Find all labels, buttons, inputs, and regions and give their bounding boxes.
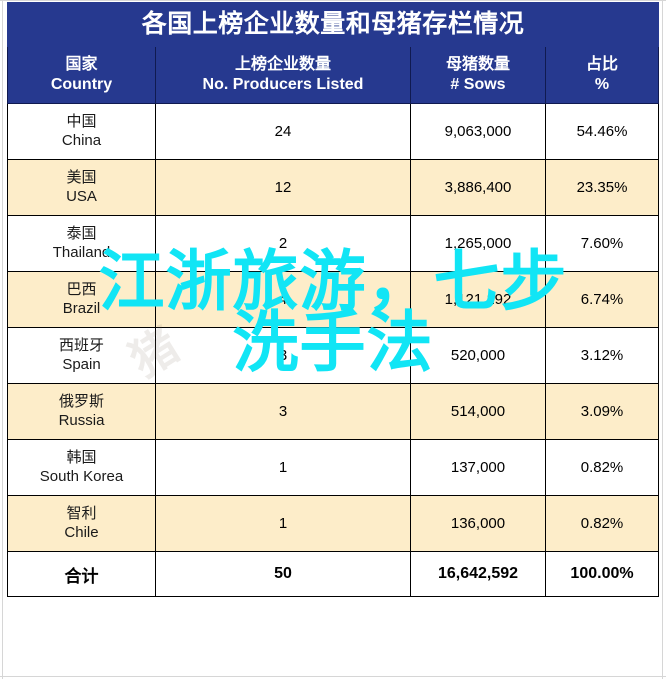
column-header-producers: 上榜企业数量 No. Producers Listed [155,46,411,104]
table-row: 俄罗斯 Russia 3 514,000 3.09% [7,383,660,440]
column-header-share-cn: 占比 [586,55,619,73]
cell-sows: 136,000 [410,495,546,552]
cell-country: 韩国 South Korea [7,439,156,496]
cell-share: 54.46% [544,103,660,160]
page-title: 各国上榜企业数量和母猪存栏情况 [141,10,525,38]
total-share: 100.00% [544,551,660,597]
country-name-cn: 智利 [66,504,97,522]
country-name-en: Russia [58,411,105,429]
pig-producers-table: 各国上榜企业数量和母猪存栏情况 国家 Country 上榜企业数量 No. Pr… [6,2,660,597]
table-row: 美国 USA 12 3,886,400 23.35% [7,159,660,216]
column-header-share: 占比 % [544,46,660,104]
cell-country: 美国 USA [7,159,156,216]
cell-share: 3.09% [544,383,660,440]
country-name-en: South Korea [39,467,124,485]
table-row: 泰国 Thailand 2 1,265,000 7.60% [7,215,660,272]
cell-sows: 514,000 [410,383,546,440]
cell-country: 泰国 Thailand [7,215,156,272]
table-row: 韩国 South Korea 1 137,000 0.82% [7,439,660,496]
cell-share: 6.74% [544,271,660,328]
column-header-producers-cn: 上榜企业数量 [234,55,331,73]
cell-share: 3.12% [544,327,660,384]
cell-sows: 9,063,000 [410,103,546,160]
cell-country: 俄罗斯 Russia [7,383,156,440]
column-header-country-en: Country [50,76,113,93]
table-title-cell: 各国上榜企业数量和母猪存栏情况 [6,2,660,47]
cell-producers: 3 [155,383,411,440]
cell-country: 中国 China [7,103,156,160]
country-name-en: USA [66,187,97,205]
cell-share: 7.60% [544,215,660,272]
country-name-cn: 中国 [66,112,97,130]
cell-sows: 1,121,192 [410,271,546,328]
cell-producers: 3 [155,327,411,384]
cell-producers: 24 [155,103,411,160]
country-name-cn: 美国 [66,168,97,186]
table-row: 西班牙 Spain 3 520,000 3.12% [7,327,660,384]
cell-producers: 4 [155,271,411,328]
country-name-cn: 巴西 [66,280,97,298]
screenshot-root: 各国上榜企业数量和母猪存栏情况 国家 Country 上榜企业数量 No. Pr… [0,0,666,679]
country-name-cn: 泰国 [66,224,97,242]
table-row: 智利 Chile 1 136,000 0.82% [7,495,660,552]
column-header-sows: 母猪数量 # Sows [410,46,546,104]
country-name-en: Chile [64,523,99,541]
cell-producers: 1 [155,439,411,496]
cell-country: 巴西 Brazil [7,271,156,328]
country-name-en: Brazil [62,299,101,317]
country-name-en: Thailand [52,243,111,261]
country-name-cn: 俄罗斯 [58,392,104,410]
cell-share: 0.82% [544,495,660,552]
country-name-cn: 韩国 [66,448,97,466]
column-header-share-en: % [594,76,610,93]
column-header-sows-cn: 母猪数量 [445,55,510,73]
cell-sows: 520,000 [410,327,546,384]
data-table: 各国上榜企业数量和母猪存栏情况 国家 Country 上榜企业数量 No. Pr… [6,2,660,597]
total-label: 合计 [7,551,156,597]
table-total-row: 合计 50 16,642,592 100.00% [7,551,660,597]
column-header-country: 国家 Country [7,46,156,104]
cell-country: 西班牙 Spain [7,327,156,384]
column-header-country-cn: 国家 [65,55,98,73]
cell-producers: 2 [155,215,411,272]
table-row: 中国 China 24 9,063,000 54.46% [7,103,660,160]
column-header-producers-en: No. Producers Listed [202,76,364,93]
cell-share: 23.35% [544,159,660,216]
cell-sows: 3,886,400 [410,159,546,216]
cell-sows: 1,265,000 [410,215,546,272]
cell-country: 智利 Chile [7,495,156,552]
cell-sows: 137,000 [410,439,546,496]
country-name-cn: 西班牙 [58,336,104,354]
cell-producers: 12 [155,159,411,216]
table-header-row: 国家 Country 上榜企业数量 No. Producers Listed 母… [7,46,660,104]
column-header-sows-en: # Sows [450,76,506,93]
total-sows: 16,642,592 [410,551,546,597]
total-producers: 50 [155,551,411,597]
country-name-en: China [61,131,102,149]
country-name-en: Spain [62,355,101,373]
cell-producers: 1 [155,495,411,552]
cell-share: 0.82% [544,439,660,496]
table-title-row: 各国上榜企业数量和母猪存栏情况 [6,2,660,47]
table-row: 巴西 Brazil 4 1,121,192 6.74% [7,271,660,328]
